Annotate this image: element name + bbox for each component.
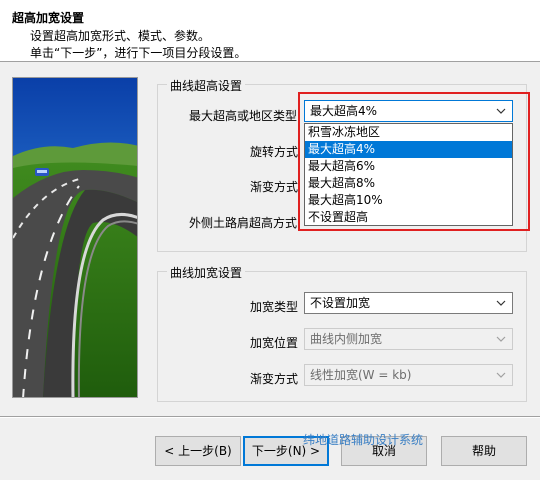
widening-transition-label: 渐变方式 [250, 372, 299, 386]
widening-transition-value: 线性加宽(W = kb) [310, 368, 412, 382]
dropdown-option[interactable]: 最大超高8% [305, 175, 512, 192]
widening-position-select[interactable]: 曲线内侧加宽 [304, 328, 513, 350]
chevron-down-icon [496, 365, 506, 385]
chevron-down-icon [496, 329, 506, 349]
dropdown-option[interactable]: 最大超高6% [305, 158, 512, 175]
watermark-text: 纬地道路辅助设计系统 [303, 433, 424, 447]
max-superelevation-value: 最大超高4% [310, 104, 378, 118]
widening-transition-select[interactable]: 线性加宽(W = kb) [304, 364, 513, 386]
dropdown-option-selected[interactable]: 最大超高4% [305, 141, 512, 158]
wizard-header: 超高加宽设置 设置超高加宽形式、模式、参数。 单击“下一步”，进行下一项目分段设… [0, 0, 540, 62]
max-superelevation-select[interactable]: 最大超高4% [304, 100, 513, 122]
back-button[interactable]: < 上一步(B) [155, 436, 241, 466]
transition-mode-label: 渐变方式 [250, 180, 299, 194]
widening-position-label: 加宽位置 [250, 336, 299, 350]
widening-position-value: 曲线内侧加宽 [310, 332, 383, 346]
max-superelevation-label: 最大超高或地区类型 [189, 109, 298, 123]
help-button[interactable]: 帮助 [441, 436, 527, 466]
shoulder-superelevation-label: 外侧土路肩超高方式 [189, 216, 298, 230]
page-title: 超高加宽设置 [12, 11, 85, 25]
footer-separator [0, 416, 540, 418]
road-illustration-image [13, 78, 137, 397]
widening-type-value: 不设置加宽 [310, 296, 371, 310]
max-superelevation-dropdown[interactable]: 积雪冰冻地区 最大超高4% 最大超高6% 最大超高8% 最大超高10% 不设置超… [304, 123, 513, 226]
road-illustration [12, 77, 138, 398]
widening-type-label: 加宽类型 [250, 300, 299, 314]
widening-group-title: 曲线加宽设置 [167, 264, 246, 281]
page-description-line1: 设置超高加宽形式、模式、参数。 [30, 29, 211, 43]
dropdown-option[interactable]: 积雪冰冻地区 [305, 124, 512, 141]
rotation-mode-label: 旋转方式 [250, 145, 299, 159]
chevron-down-icon [496, 293, 506, 313]
dropdown-option[interactable]: 最大超高10% [305, 192, 512, 209]
superelevation-group-title: 曲线超高设置 [167, 77, 246, 94]
chevron-down-icon [496, 101, 506, 121]
widening-type-select[interactable]: 不设置加宽 [304, 292, 513, 314]
page-description-line2: 单击“下一步”，进行下一项目分段设置。 [30, 46, 247, 60]
dropdown-option[interactable]: 不设置超高 [305, 209, 512, 226]
